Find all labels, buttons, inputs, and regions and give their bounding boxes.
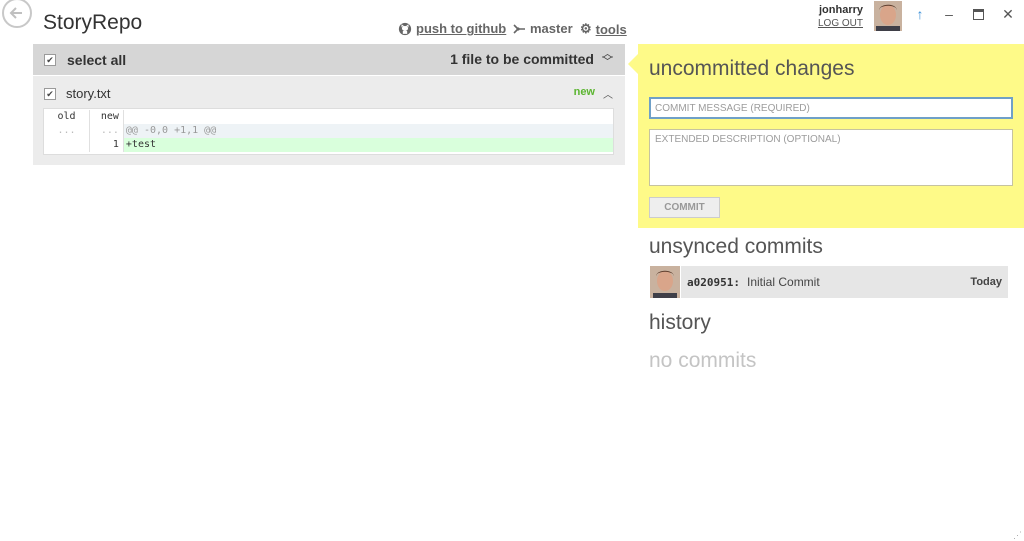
select-all-label: select all <box>67 52 127 68</box>
commit-date: Today <box>970 276 1002 288</box>
hunk-header-text: @@ -0,0 +1,1 @@ <box>123 124 613 138</box>
files-count-label: 1 file to be committed <box>450 51 594 67</box>
unsynced-commit-item[interactable]: a020951: Initial Commit Today <box>650 266 1008 298</box>
diff-header-blank <box>123 110 613 124</box>
diff-header-old: old <box>44 110 90 124</box>
resize-grip-icon[interactable]: ⋰ <box>1013 530 1022 541</box>
github-icon <box>398 22 412 35</box>
commit-description-input[interactable] <box>649 129 1013 186</box>
user-avatar-icon <box>650 266 680 298</box>
commit-avatar <box>650 266 680 298</box>
back-arrow-icon <box>9 7 22 19</box>
collapse-all-icon[interactable]: ︿ ﹀ <box>602 49 613 68</box>
check-icon: ✔ <box>46 88 54 99</box>
tools-label: tools <box>595 21 627 37</box>
file-name[interactable]: story.txt <box>66 86 111 101</box>
username: jonharry <box>818 4 863 16</box>
added-old-number <box>44 138 90 152</box>
minimize-button[interactable]: – <box>938 6 960 24</box>
branch-label: master <box>530 21 573 36</box>
back-button[interactable] <box>2 0 32 28</box>
select-all-checkbox[interactable]: ✔ <box>44 54 56 66</box>
commit-button[interactable]: COMMIT <box>649 197 720 218</box>
diff-header-new: new <box>89 110 124 124</box>
diff-added-row: 1 +test <box>44 138 613 152</box>
push-label: push to github <box>416 21 507 36</box>
diff-table: old new ... ... @@ -0,0 +1,1 @@ 1 +test <box>44 110 613 152</box>
hunk-old-marker: ... <box>44 124 90 138</box>
tools-button[interactable]: ⚙ tools <box>580 21 627 37</box>
added-line-text: +test <box>123 138 613 152</box>
maximize-icon <box>972 9 984 20</box>
close-button[interactable]: ✕ <box>997 6 1019 24</box>
collapse-file-icon[interactable]: ︿ <box>603 86 613 101</box>
file-checkbox[interactable]: ✔ <box>44 88 56 100</box>
no-commits-label: no commits <box>649 349 757 372</box>
avatar <box>874 1 902 31</box>
diff-header-row: old new <box>44 110 613 124</box>
logout-link[interactable]: LOG OUT <box>800 18 863 29</box>
commit-message-input[interactable] <box>649 97 1013 119</box>
commit-sha: a020951: <box>687 276 740 289</box>
branch-selector[interactable]: master <box>512 21 573 36</box>
user-avatar-icon <box>874 1 902 31</box>
added-new-number: 1 <box>89 138 124 152</box>
commit-info: a020951: Initial Commit Today <box>681 266 1008 298</box>
branch-icon <box>513 23 525 34</box>
maximize-button[interactable] <box>967 6 989 24</box>
diff-hunk-row: ... ... @@ -0,0 +1,1 @@ <box>44 124 613 138</box>
history-title: history <box>649 311 711 334</box>
file-status-badge: new <box>573 86 595 98</box>
unsynced-commits-title: unsynced commits <box>649 235 823 258</box>
sync-arrow-icon[interactable]: ↑ <box>909 6 931 24</box>
push-to-github-button[interactable]: push to github <box>398 21 506 36</box>
commit-message: Initial Commit <box>747 275 820 289</box>
panel-pointer <box>628 54 638 74</box>
diff-view: old new ... ... @@ -0,0 +1,1 @@ 1 +test <box>43 108 614 155</box>
uncommitted-changes-title: uncommitted changes <box>649 57 855 80</box>
gear-icon: ⚙ <box>580 21 592 36</box>
check-icon: ✔ <box>46 54 54 65</box>
repo-title: StoryRepo <box>43 11 143 34</box>
hunk-new-marker: ... <box>89 124 124 138</box>
